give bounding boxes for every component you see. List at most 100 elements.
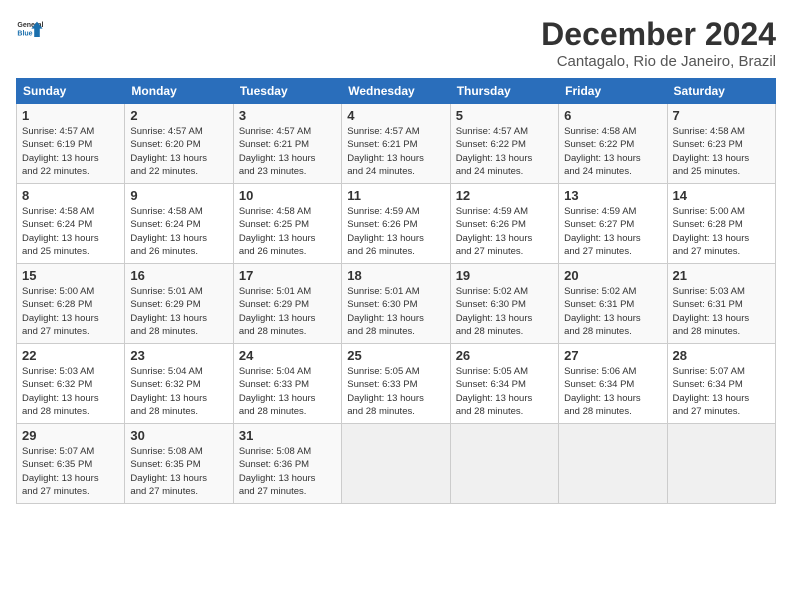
calendar-cell bbox=[342, 424, 450, 504]
day-info: Sunrise: 4:59 AM Sunset: 6:26 PM Dayligh… bbox=[347, 205, 444, 258]
calendar-body: 1 Sunrise: 4:57 AM Sunset: 6:19 PM Daylig… bbox=[17, 104, 776, 504]
day-number: 28 bbox=[673, 348, 770, 363]
day-number: 16 bbox=[130, 268, 227, 283]
calendar-cell: 15Sunrise: 5:00 AM Sunset: 6:28 PM Dayli… bbox=[17, 264, 125, 344]
subtitle: Cantagalo, Rio de Janeiro, Brazil bbox=[541, 53, 776, 70]
day-number: 14 bbox=[673, 188, 770, 203]
day-info: Sunrise: 4:59 AM Sunset: 6:27 PM Dayligh… bbox=[564, 205, 661, 258]
calendar-cell: 26 Sunrise: 5:05 AM Sunset: 6:34 PM Dayli… bbox=[450, 344, 558, 424]
calendar-week-2: 8 Sunrise: 4:58 AM Sunset: 6:24 PM Daylig… bbox=[17, 184, 776, 264]
day-number: 22 bbox=[22, 348, 119, 363]
day-number: 8 bbox=[22, 188, 119, 203]
calendar-cell: 5 Sunrise: 4:57 AM Sunset: 6:22 PM Daylig… bbox=[450, 104, 558, 184]
day-number: 7 bbox=[673, 108, 770, 123]
day-info: Sunrise: 4:57 AM Sunset: 6:19 PM Dayligh… bbox=[22, 125, 119, 178]
day-number: 25 bbox=[347, 348, 444, 363]
day-info: Sunrise: 4:57 AM Sunset: 6:21 PM Dayligh… bbox=[347, 125, 444, 178]
day-info: Sunrise: 4:57 AM Sunset: 6:20 PM Dayligh… bbox=[130, 125, 227, 178]
day-info: Sunrise: 5:03 AM Sunset: 6:32 PM Dayligh… bbox=[22, 365, 119, 418]
calendar-cell: 20 Sunrise: 5:02 AM Sunset: 6:31 PM Dayli… bbox=[559, 264, 667, 344]
day-info: Sunrise: 5:02 AM Sunset: 6:30 PM Dayligh… bbox=[456, 285, 553, 338]
calendar-cell: 9 Sunrise: 4:58 AM Sunset: 6:24 PM Daylig… bbox=[125, 184, 233, 264]
day-info: Sunrise: 5:06 AM Sunset: 6:34 PM Dayligh… bbox=[564, 365, 661, 418]
day-info: Sunrise: 5:05 AM Sunset: 6:34 PM Dayligh… bbox=[456, 365, 553, 418]
calendar-cell: 14 Sunrise: 5:00 AM Sunset: 6:28 PM Dayli… bbox=[667, 184, 775, 264]
calendar-cell bbox=[450, 424, 558, 504]
calendar-header-row: SundayMondayTuesdayWednesdayThursdayFrid… bbox=[17, 79, 776, 104]
day-info: Sunrise: 4:58 AM Sunset: 6:23 PM Dayligh… bbox=[673, 125, 770, 178]
day-number: 6 bbox=[564, 108, 661, 123]
day-info: Sunrise: 4:58 AM Sunset: 6:24 PM Dayligh… bbox=[130, 205, 227, 258]
calendar-cell: 4 Sunrise: 4:57 AM Sunset: 6:21 PM Daylig… bbox=[342, 104, 450, 184]
calendar-cell: 30 Sunrise: 5:08 AM Sunset: 6:35 PM Dayli… bbox=[125, 424, 233, 504]
calendar-cell: 23 Sunrise: 5:04 AM Sunset: 6:32 PM Dayli… bbox=[125, 344, 233, 424]
calendar-header-thursday: Thursday bbox=[450, 79, 558, 104]
day-info: Sunrise: 5:08 AM Sunset: 6:36 PM Dayligh… bbox=[239, 445, 336, 498]
calendar-cell: 8Sunrise: 4:58 AM Sunset: 6:24 PM Daylig… bbox=[17, 184, 125, 264]
calendar-cell: 6 Sunrise: 4:58 AM Sunset: 6:22 PM Daylig… bbox=[559, 104, 667, 184]
calendar-cell: 21Sunrise: 5:03 AM Sunset: 6:31 PM Dayli… bbox=[667, 264, 775, 344]
day-number: 5 bbox=[456, 108, 553, 123]
calendar-header-sunday: Sunday bbox=[17, 79, 125, 104]
calendar-cell: 24 Sunrise: 5:04 AM Sunset: 6:33 PM Dayli… bbox=[233, 344, 341, 424]
day-info: Sunrise: 4:57 AM Sunset: 6:21 PM Dayligh… bbox=[239, 125, 336, 178]
day-info: Sunrise: 5:04 AM Sunset: 6:33 PM Dayligh… bbox=[239, 365, 336, 418]
calendar-cell: 31 Sunrise: 5:08 AM Sunset: 6:36 PM Dayli… bbox=[233, 424, 341, 504]
calendar-cell: 11 Sunrise: 4:59 AM Sunset: 6:26 PM Dayli… bbox=[342, 184, 450, 264]
day-number: 23 bbox=[130, 348, 227, 363]
day-number: 17 bbox=[239, 268, 336, 283]
day-number: 30 bbox=[130, 428, 227, 443]
header: General Blue December 2024 Cantagalo, Ri… bbox=[16, 16, 776, 70]
calendar-header-saturday: Saturday bbox=[667, 79, 775, 104]
calendar-header-friday: Friday bbox=[559, 79, 667, 104]
svg-text:Blue: Blue bbox=[17, 31, 32, 38]
logo-icon: General Blue bbox=[16, 16, 44, 44]
day-info: Sunrise: 5:03 AM Sunset: 6:31 PM Dayligh… bbox=[673, 285, 770, 338]
day-number: 27 bbox=[564, 348, 661, 363]
day-info: Sunrise: 4:58 AM Sunset: 6:25 PM Dayligh… bbox=[239, 205, 336, 258]
day-number: 20 bbox=[564, 268, 661, 283]
main-title: December 2024 bbox=[541, 16, 776, 53]
day-number: 4 bbox=[347, 108, 444, 123]
day-info: Sunrise: 5:07 AM Sunset: 6:35 PM Dayligh… bbox=[22, 445, 119, 498]
day-number: 19 bbox=[456, 268, 553, 283]
calendar-header-monday: Monday bbox=[125, 79, 233, 104]
day-info: Sunrise: 5:00 AM Sunset: 6:28 PM Dayligh… bbox=[22, 285, 119, 338]
calendar-cell: 7 Sunrise: 4:58 AM Sunset: 6:23 PM Daylig… bbox=[667, 104, 775, 184]
calendar-cell: 18Sunrise: 5:01 AM Sunset: 6:30 PM Dayli… bbox=[342, 264, 450, 344]
day-info: Sunrise: 5:07 AM Sunset: 6:34 PM Dayligh… bbox=[673, 365, 770, 418]
calendar-cell: 12Sunrise: 4:59 AM Sunset: 6:26 PM Dayli… bbox=[450, 184, 558, 264]
calendar-cell: 22 Sunrise: 5:03 AM Sunset: 6:32 PM Dayli… bbox=[17, 344, 125, 424]
day-number: 11 bbox=[347, 188, 444, 203]
day-number: 1 bbox=[22, 108, 119, 123]
day-number: 3 bbox=[239, 108, 336, 123]
calendar-cell: 25Sunrise: 5:05 AM Sunset: 6:33 PM Dayli… bbox=[342, 344, 450, 424]
day-number: 10 bbox=[239, 188, 336, 203]
calendar-cell: 13 Sunrise: 4:59 AM Sunset: 6:27 PM Dayli… bbox=[559, 184, 667, 264]
day-info: Sunrise: 4:57 AM Sunset: 6:22 PM Dayligh… bbox=[456, 125, 553, 178]
day-info: Sunrise: 5:02 AM Sunset: 6:31 PM Dayligh… bbox=[564, 285, 661, 338]
calendar-cell: 16Sunrise: 5:01 AM Sunset: 6:29 PM Dayli… bbox=[125, 264, 233, 344]
calendar-header-tuesday: Tuesday bbox=[233, 79, 341, 104]
day-info: Sunrise: 5:04 AM Sunset: 6:32 PM Dayligh… bbox=[130, 365, 227, 418]
day-info: Sunrise: 5:01 AM Sunset: 6:29 PM Dayligh… bbox=[239, 285, 336, 338]
day-number: 31 bbox=[239, 428, 336, 443]
calendar-cell bbox=[667, 424, 775, 504]
logo: General Blue bbox=[16, 16, 44, 44]
calendar-header-wednesday: Wednesday bbox=[342, 79, 450, 104]
calendar: SundayMondayTuesdayWednesdayThursdayFrid… bbox=[16, 78, 776, 504]
calendar-cell bbox=[559, 424, 667, 504]
day-info: Sunrise: 4:58 AM Sunset: 6:22 PM Dayligh… bbox=[564, 125, 661, 178]
day-number: 24 bbox=[239, 348, 336, 363]
day-info: Sunrise: 5:08 AM Sunset: 6:35 PM Dayligh… bbox=[130, 445, 227, 498]
title-area: December 2024 Cantagalo, Rio de Janeiro,… bbox=[541, 16, 776, 70]
calendar-cell: 10 Sunrise: 4:58 AM Sunset: 6:25 PM Dayli… bbox=[233, 184, 341, 264]
day-info: Sunrise: 5:00 AM Sunset: 6:28 PM Dayligh… bbox=[673, 205, 770, 258]
calendar-cell: 19 Sunrise: 5:02 AM Sunset: 6:30 PM Dayli… bbox=[450, 264, 558, 344]
day-number: 9 bbox=[130, 188, 227, 203]
day-info: Sunrise: 4:59 AM Sunset: 6:26 PM Dayligh… bbox=[456, 205, 553, 258]
day-number: 13 bbox=[564, 188, 661, 203]
calendar-cell: 2 Sunrise: 4:57 AM Sunset: 6:20 PM Daylig… bbox=[125, 104, 233, 184]
day-number: 2 bbox=[130, 108, 227, 123]
day-number: 26 bbox=[456, 348, 553, 363]
